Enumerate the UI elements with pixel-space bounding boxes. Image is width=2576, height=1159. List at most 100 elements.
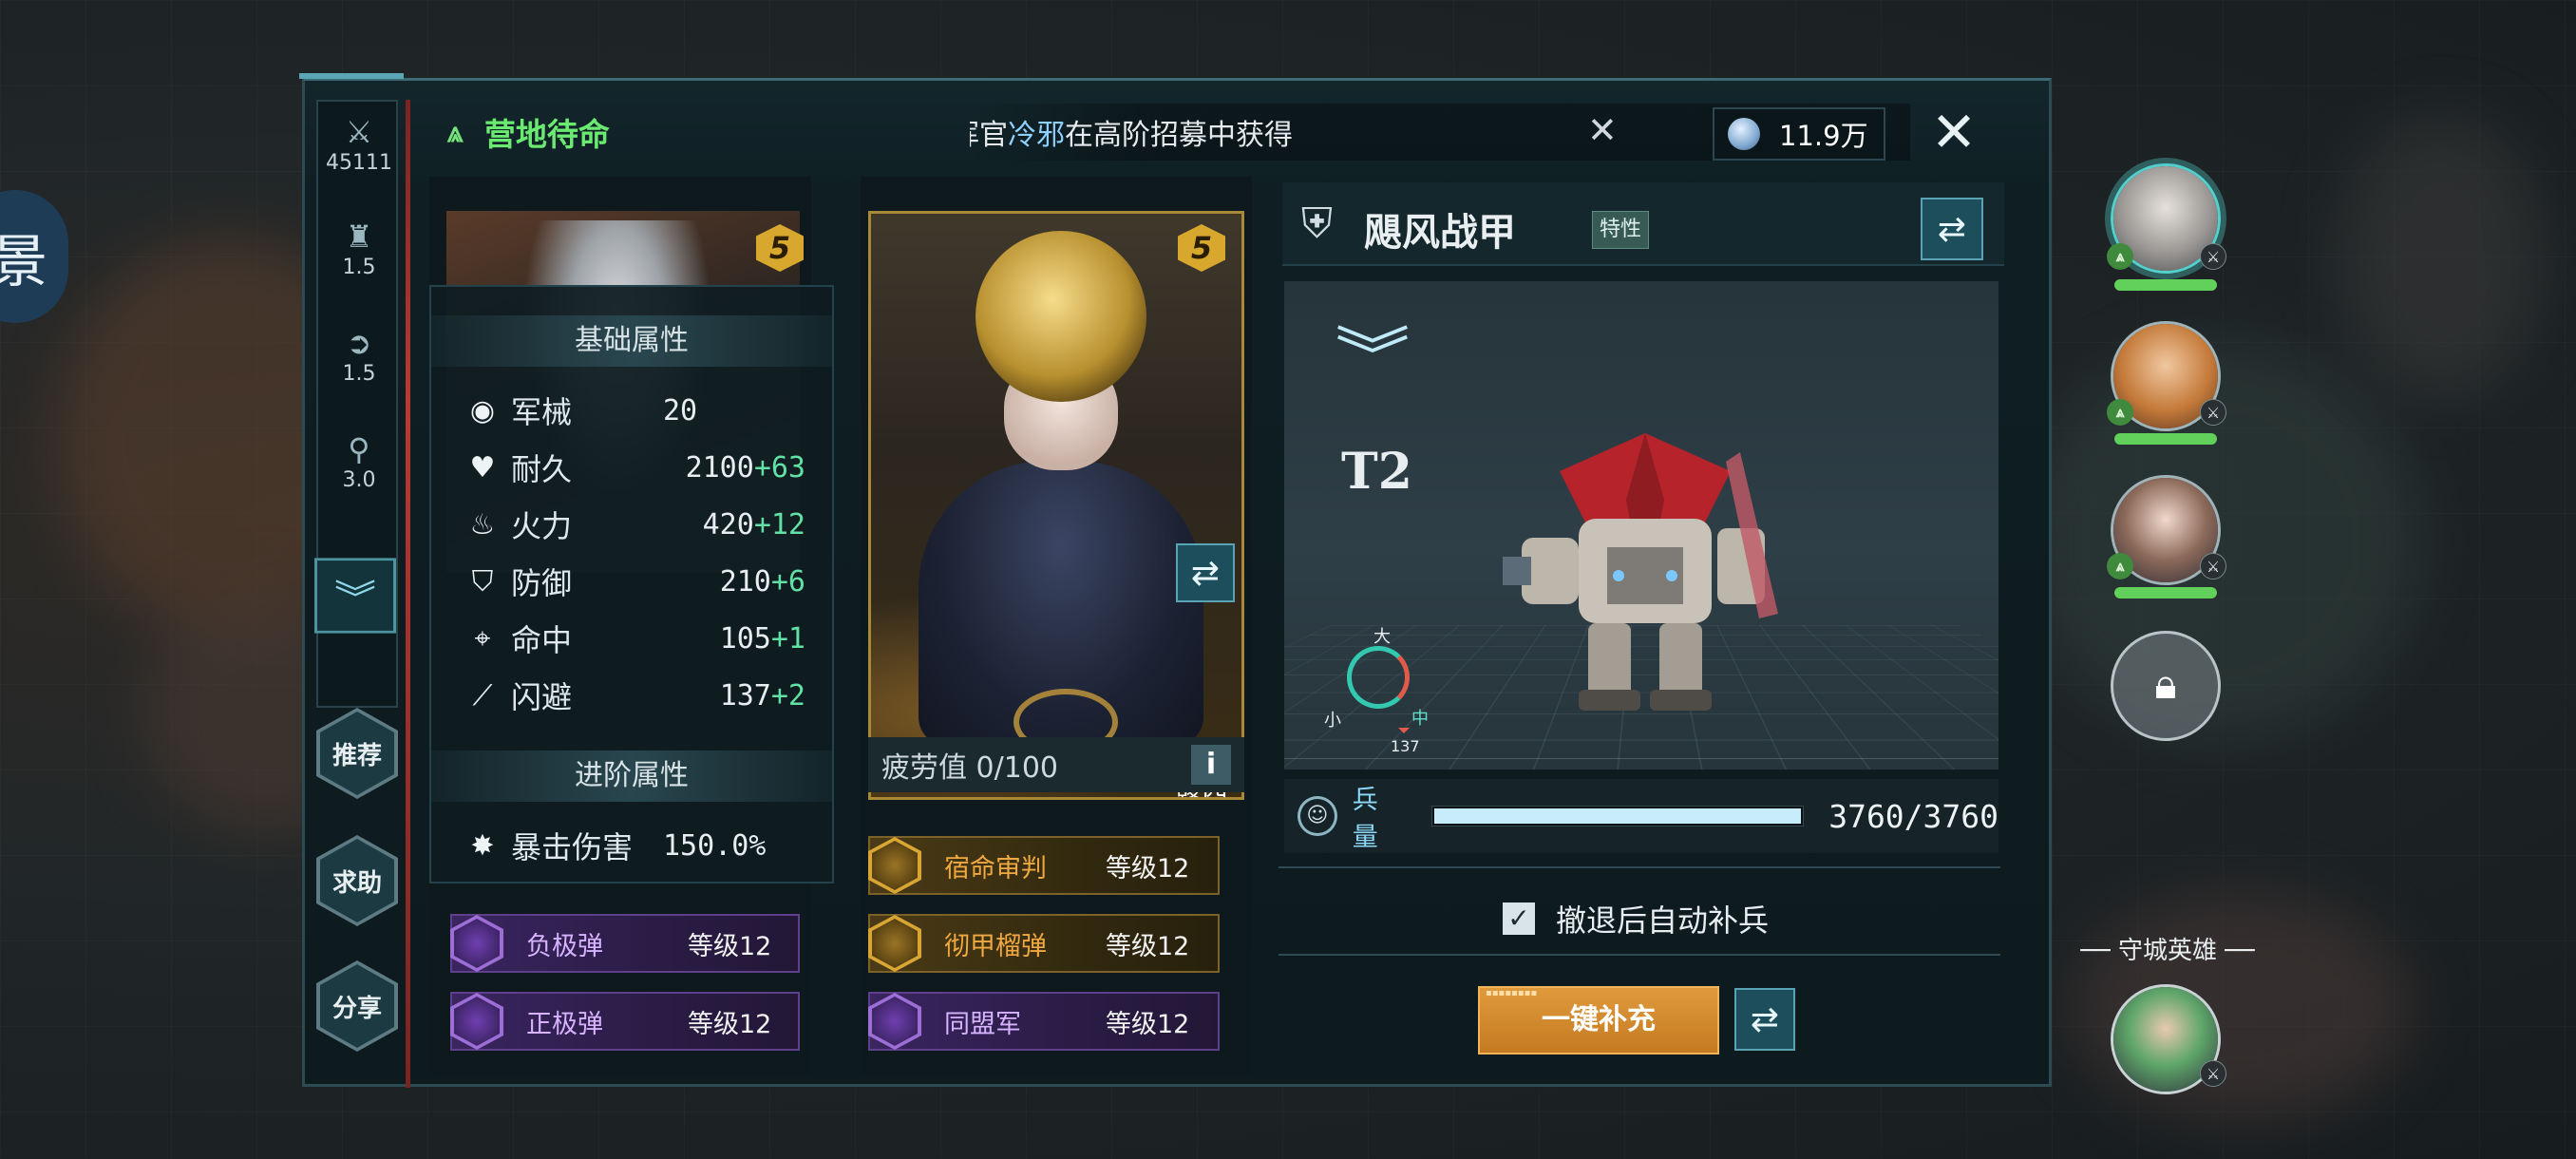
camp-icon: ⩓ bbox=[447, 115, 464, 149]
attribute-row: ⟋ 闪避 137+2 bbox=[464, 669, 813, 722]
attribute-name: 火力 bbox=[511, 508, 573, 544]
supply-label: 一键补充 bbox=[1542, 1003, 1656, 1036]
auto-replenish-label: 撤退后自动补兵 bbox=[1556, 902, 1770, 939]
currency-amount: 11.9万 bbox=[1779, 120, 1868, 152]
shield-icon: ⛉ bbox=[471, 564, 494, 598]
defender-label: 守城英雄 bbox=[2117, 937, 2217, 965]
attribute-panel: 基础属性 ◉ 军械 20 ♥ 耐久 2100+63 ♨ 火力 420+12 ⛉ 防御 210+6… bbox=[429, 285, 834, 884]
swap-supply-button[interactable]: ⇄ bbox=[1734, 988, 1795, 1051]
attribute-row: ⛉ 防御 210+6 bbox=[464, 555, 813, 608]
recommend-button[interactable]: 推荐 bbox=[316, 708, 398, 799]
share-label: 分享 bbox=[320, 964, 394, 1048]
divider-line bbox=[406, 100, 410, 1088]
range-stat-value: 3.0 bbox=[342, 468, 376, 492]
info-icon[interactable]: i bbox=[1191, 745, 1231, 785]
mech-icon: ⛨ bbox=[1301, 200, 1333, 248]
attribute-row: ♨ 火力 420+12 bbox=[464, 498, 813, 551]
skill-slot[interactable]: 彻甲榴弹 等级12 bbox=[868, 914, 1220, 973]
size-indicator: 大 小 中 bbox=[1322, 623, 1436, 737]
swap-mech-button[interactable]: ⇄ bbox=[1921, 198, 1983, 260]
armor-stat-value: 1.5 bbox=[342, 256, 376, 279]
help-button[interactable]: 求助 bbox=[316, 835, 398, 926]
skill-name: 同盟军 bbox=[944, 1009, 1021, 1039]
speed-stat-value: 1.5 bbox=[342, 362, 376, 386]
skill-level: 等级12 bbox=[1106, 853, 1190, 884]
attribute-name: 耐久 bbox=[511, 451, 573, 487]
crosshair-icon: ⌖ bbox=[474, 621, 491, 656]
camp-badge-icon: ⩓ bbox=[2107, 399, 2133, 426]
power-value: 45111 bbox=[326, 151, 392, 175]
divider bbox=[1279, 866, 2000, 868]
attribute-row: ✸ 暴击伤害 150.0% bbox=[464, 819, 834, 872]
wing-icon: ⟋ bbox=[472, 678, 493, 712]
swap-icon: ⇄ bbox=[1937, 209, 1967, 249]
skill-level: 等级12 bbox=[1106, 931, 1190, 961]
skill-level: 等级12 bbox=[688, 931, 772, 961]
crossed-swords-icon: ⚔ bbox=[345, 114, 373, 150]
secondary-rank-value: 5 bbox=[768, 230, 791, 266]
currency-display[interactable]: 11.9万 bbox=[1713, 107, 1885, 161]
advanced-attributes-title: 进阶属性 bbox=[431, 750, 832, 802]
attribute-bonus: +2 bbox=[770, 678, 805, 712]
troop-value: 3760/3760 bbox=[1828, 797, 1999, 835]
ticker-suffix: 在高阶招募中获得 bbox=[1065, 119, 1293, 152]
skill-name: 宿命审判 bbox=[944, 853, 1047, 884]
collapse-toggle-button[interactable]: ︾ bbox=[314, 558, 396, 634]
camp-badge-icon: ⩓ bbox=[2107, 243, 2133, 270]
auto-replenish-option[interactable]: ✓ 撤退后自动补兵 bbox=[1503, 897, 1769, 940]
attribute-row: ♥ 耐久 2100+63 bbox=[464, 441, 813, 494]
attribute-name: 命中 bbox=[511, 622, 573, 658]
attribute-value: 150.0% bbox=[663, 828, 767, 863]
soldier-icon: ☺ bbox=[1297, 796, 1337, 836]
skill-name: 彻甲榴弹 bbox=[944, 931, 1047, 961]
skill-slot[interactable]: 负极弹 等级12 bbox=[450, 914, 800, 973]
flame-icon: ♨ bbox=[469, 507, 496, 542]
boots-icon: ➲ bbox=[346, 325, 372, 361]
share-button[interactable]: 分享 bbox=[316, 960, 398, 1052]
fatigue-bar: 疲劳值 0/100 i bbox=[868, 737, 1244, 792]
trait-badge[interactable]: 特性 bbox=[1592, 211, 1649, 249]
skill-hex-icon bbox=[868, 993, 921, 1050]
hero-rank-value: 5 bbox=[1190, 230, 1213, 266]
mech-name: 飓风战甲 bbox=[1364, 211, 1516, 255]
close-panel-icon[interactable]: ✕ bbox=[1923, 102, 1984, 162]
skill-slot[interactable]: 正极弹 等级12 bbox=[450, 992, 800, 1051]
position-marker: 137 bbox=[1391, 728, 1420, 755]
panel-title-text: 营地待命 bbox=[483, 116, 610, 153]
weapon-badge-icon: ⚔ bbox=[2200, 553, 2226, 580]
attribute-value: 20 bbox=[663, 393, 698, 428]
skill-name: 正极弹 bbox=[526, 1009, 603, 1039]
attribute-row: ⌖ 命中 105+1 bbox=[464, 612, 813, 665]
camp-badge-icon: ⩓ bbox=[2107, 553, 2133, 580]
crystal-icon bbox=[1728, 118, 1760, 150]
mech-viewport[interactable]: ︾ T2 大 小 中 137 bbox=[1284, 281, 1998, 770]
chevron-down-icon: ︾ bbox=[334, 578, 376, 621]
ticker-close-icon[interactable]: ✕ bbox=[1587, 109, 1618, 151]
fatigue-text: 疲劳值 0/100 bbox=[881, 751, 1058, 785]
hero-portrait[interactable]: 30级 普攻 露西 bbox=[868, 211, 1244, 800]
weapon-badge-icon: ⚔ bbox=[2200, 1060, 2226, 1087]
troop-progress bbox=[1431, 806, 1805, 826]
attribute-name: 防御 bbox=[511, 565, 573, 601]
swap-hero-button[interactable]: ⇄ bbox=[1176, 543, 1235, 602]
attribute-bonus: +1 bbox=[770, 621, 805, 656]
defender-heading: ── 守城英雄 ── bbox=[2080, 937, 2255, 965]
checkbox[interactable]: ✓ bbox=[1503, 902, 1535, 935]
attribute-bonus: +63 bbox=[753, 450, 805, 484]
hero-hp-bar bbox=[2114, 279, 2217, 291]
attribute-value: 137 bbox=[719, 678, 771, 712]
troop-progress-fill bbox=[1434, 808, 1802, 824]
power-stat: ⚔ 45111 bbox=[318, 113, 400, 175]
one-click-supply-button[interactable]: ▪▪▪▪▪▪▪▪ 一键补充 bbox=[1478, 986, 1719, 1054]
skill-hex-icon bbox=[868, 837, 921, 894]
attribute-bonus: +12 bbox=[753, 507, 805, 542]
attribute-value: 420 bbox=[702, 507, 754, 542]
attribute-value: 2100 bbox=[685, 450, 754, 484]
lock-icon[interactable]: 🔒︎ bbox=[2111, 631, 2221, 741]
mask-icon: ♜ bbox=[345, 218, 373, 255]
skill-name: 负极弹 bbox=[526, 931, 603, 961]
skill-slot[interactable]: 宿命审判 等级12 bbox=[868, 836, 1220, 895]
skill-slot[interactable]: 同盟军 等级12 bbox=[868, 992, 1220, 1051]
troop-label: 兵量 bbox=[1352, 786, 1378, 852]
ticker-player-name: 冷邪 bbox=[1008, 119, 1065, 152]
